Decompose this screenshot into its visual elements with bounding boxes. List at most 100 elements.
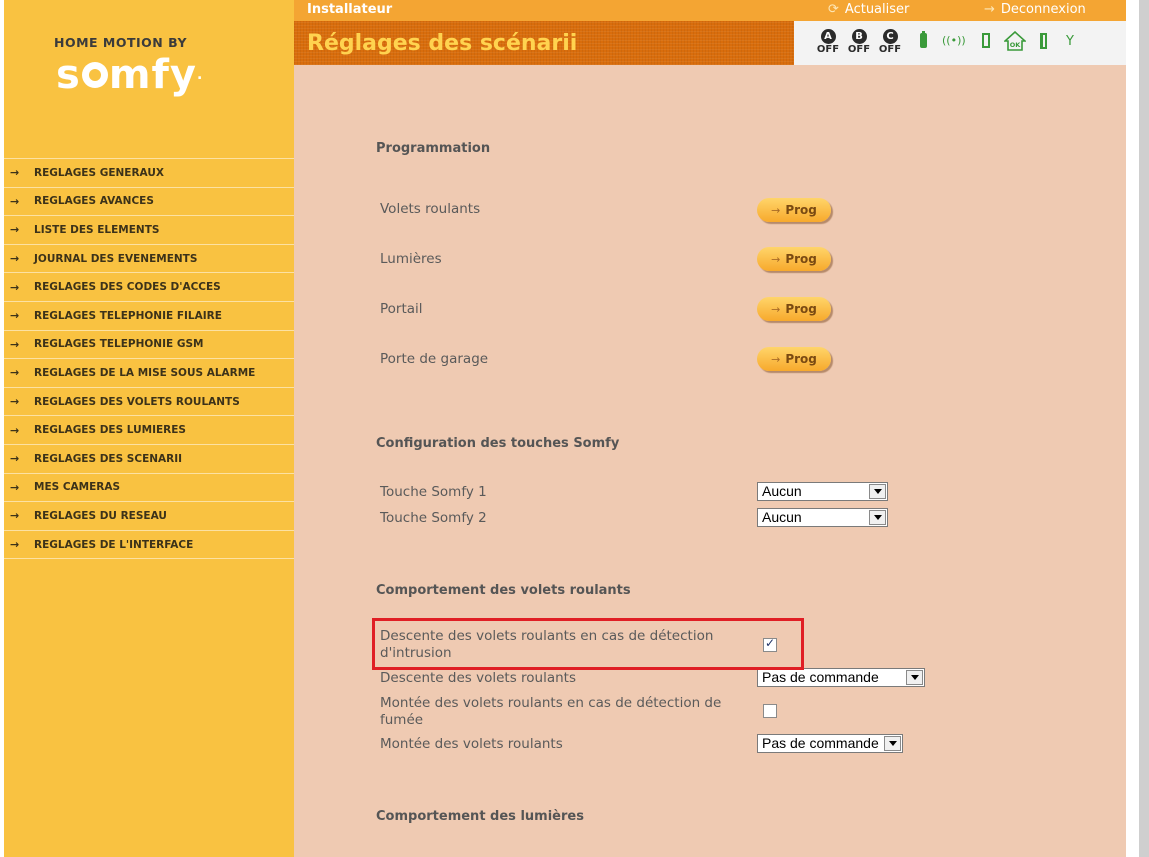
- descente-label: Descente des volets roulants: [380, 670, 577, 686]
- prog-garage-button[interactable]: → Prog: [757, 347, 831, 371]
- chevron-down-icon: [906, 670, 923, 685]
- antenna-icon: Y: [1066, 34, 1074, 49]
- sidebar-item-label: REGLAGES DES CODES D'ACCES: [34, 281, 221, 294]
- sidebar-item-telephonie-gsm[interactable]: → REGLAGES TELEPHONIE GSM: [4, 329, 294, 359]
- page-header: Réglages des scénarii A OFF B OFF C OFF …: [294, 21, 1126, 65]
- sidebar-item-journal-evenements[interactable]: → JOURNAL DES EVENEMENTS: [4, 243, 294, 273]
- prog-label-volets: Volets roulants: [380, 201, 481, 217]
- signal-icon: ((•)): [942, 34, 966, 47]
- zone-b-state: OFF: [847, 44, 871, 55]
- page-title: Réglages des scénarii: [307, 31, 578, 56]
- sidebar-item-telephonie-filaire[interactable]: → REGLAGES TELEPHONIE FILAIRE: [4, 300, 294, 330]
- sidebar-item-reglages-generaux[interactable]: → REGLAGES GENERAUX: [4, 158, 294, 187]
- arrow-right-icon: →: [10, 337, 20, 351]
- chevron-down-icon: [869, 510, 886, 525]
- sidebar-item-scenarii[interactable]: → REGLAGES DES SCENARII: [4, 443, 294, 473]
- arrow-right-icon: →: [771, 252, 781, 266]
- prog-label-portail: Portail: [380, 301, 423, 317]
- somfy-logo[interactable]: s mfy.: [56, 52, 203, 98]
- sidebar-item-interface[interactable]: → REGLAGES DE L'INTERFACE: [4, 529, 294, 560]
- montee-label: Montée des volets roulants: [380, 736, 563, 752]
- home-ok-icon: OK: [1002, 30, 1028, 55]
- sidebar-item-label: REGLAGES GENERAUX: [34, 166, 164, 179]
- highlight-annotation: [372, 618, 804, 670]
- arrow-right-icon: →: [10, 166, 20, 180]
- sidebar-item-label: REGLAGES DES SCENARII: [34, 452, 183, 465]
- touche-2-value: Aucun: [762, 509, 802, 525]
- logout-label: Deconnexion: [1000, 2, 1086, 17]
- touche-1-select[interactable]: Aucun: [757, 482, 888, 501]
- sidebar-item-mise-sous-alarme[interactable]: → REGLAGES DE LA MISE SOUS ALARME: [4, 358, 294, 387]
- montee-select[interactable]: Pas de commande: [757, 734, 903, 753]
- window-icon: [1040, 33, 1047, 49]
- prog-button-label: Prog: [785, 352, 817, 366]
- battery-icon: [920, 31, 927, 48]
- touche-1-value: Aucun: [762, 483, 802, 499]
- user-role-label: Installateur: [307, 2, 393, 17]
- logout-link[interactable]: → Deconnexion: [984, 2, 1086, 17]
- zone-a-status: A OFF: [814, 29, 842, 55]
- logo-o-icon: [81, 62, 108, 88]
- arrow-right-icon: →: [10, 538, 20, 552]
- sidebar-item-label: REGLAGES DU RESEAU: [34, 509, 167, 522]
- sidebar-item-label: REGLAGES AVANCES: [34, 195, 154, 208]
- sidebar-item-label: REGLAGES DES LUMIERES: [34, 424, 186, 437]
- prog-label-garage: Porte de garage: [380, 351, 489, 367]
- refresh-icon: ⟳: [828, 2, 839, 17]
- sidebar-item-mes-cameras[interactable]: → MES CAMERAS: [4, 472, 294, 502]
- sidebar-item-lumieres[interactable]: → REGLAGES DES LUMIERES: [4, 415, 294, 444]
- status-panel: A OFF B OFF C OFF ((•)) OK Y: [794, 21, 1126, 65]
- sidebar-item-label: REGLAGES DE LA MISE SOUS ALARME: [34, 366, 256, 379]
- sidebar-item-label: JOURNAL DES EVENEMENTS: [34, 252, 198, 265]
- fumee-checkbox[interactable]: [763, 704, 777, 718]
- main-content: Programmation Volets roulants → Prog Lumi…: [294, 65, 1126, 857]
- sidebar-nav: → REGLAGES GENERAUX → REGLAGES AVANCES → LI…: [4, 158, 294, 560]
- arrow-right-icon: →: [10, 309, 20, 323]
- sidebar-item-liste-elements[interactable]: → LISTE DES ELEMENTS: [4, 215, 294, 244]
- prog-portail-button[interactable]: → Prog: [757, 297, 831, 321]
- logo-dot: .: [196, 67, 204, 83]
- prog-button-label: Prog: [785, 252, 817, 266]
- sidebar-item-reglages-avances[interactable]: → REGLAGES AVANCES: [4, 186, 294, 216]
- prog-label-lumieres: Lumières: [380, 251, 442, 267]
- section-lumieres-heading: Comportement des lumières: [376, 809, 584, 824]
- zone-b-status: B OFF: [845, 29, 873, 55]
- sidebar-item-codes-acces[interactable]: → REGLAGES DES CODES D'ACCES: [4, 272, 294, 301]
- home-ok-text: OK: [1010, 41, 1022, 49]
- chevron-down-icon: [869, 484, 886, 499]
- zone-a-state: OFF: [816, 44, 840, 55]
- prog-volets-button[interactable]: → Prog: [757, 198, 831, 222]
- arrow-right-icon: →: [10, 280, 20, 294]
- arrow-right-icon: →: [771, 302, 781, 316]
- sidebar-item-label: REGLAGES TELEPHONIE GSM: [34, 338, 204, 351]
- arrow-right-icon: →: [10, 395, 20, 409]
- prog-button-label: Prog: [785, 203, 817, 217]
- sidebar: HOME MOTION BY s mfy. → REGLAGES GENERAUX …: [4, 0, 294, 857]
- arrow-right-icon: →: [10, 423, 20, 437]
- arrow-right-icon: →: [984, 2, 995, 17]
- arrow-right-icon: →: [10, 480, 20, 494]
- zone-b-icon: B: [851, 29, 867, 44]
- prog-lumieres-button[interactable]: → Prog: [757, 247, 831, 271]
- descente-select[interactable]: Pas de commande: [757, 668, 925, 687]
- refresh-label: Actualiser: [844, 2, 910, 17]
- touche-2-select[interactable]: Aucun: [757, 508, 888, 527]
- sidebar-item-label: REGLAGES DE L'INTERFACE: [34, 538, 194, 551]
- sidebar-item-label: MES CAMERAS: [34, 481, 121, 494]
- descente-value: Pas de commande: [762, 669, 879, 685]
- zone-a-icon: A: [820, 29, 836, 44]
- top-bar: Installateur ⟳ Actualiser → Deconnexion: [294, 0, 1126, 21]
- brand-tagline: HOME MOTION BY: [54, 35, 187, 50]
- scrollbar[interactable]: [1139, 0, 1149, 857]
- arrow-right-icon: →: [10, 252, 20, 266]
- arrow-right-icon: →: [10, 366, 20, 380]
- prog-button-label: Prog: [785, 302, 817, 316]
- chevron-down-icon: [884, 736, 901, 751]
- refresh-link[interactable]: ⟳ Actualiser: [828, 2, 909, 17]
- section-volets-heading: Comportement des volets roulants: [376, 583, 631, 598]
- sidebar-item-volets-roulants[interactable]: → REGLAGES DES VOLETS ROULANTS: [4, 386, 294, 416]
- zone-c-icon: C: [882, 29, 898, 44]
- section-programmation-heading: Programmation: [376, 141, 491, 156]
- sidebar-item-reseau[interactable]: → REGLAGES DU RESEAU: [4, 501, 294, 530]
- section-touches-heading: Configuration des touches Somfy: [376, 436, 620, 451]
